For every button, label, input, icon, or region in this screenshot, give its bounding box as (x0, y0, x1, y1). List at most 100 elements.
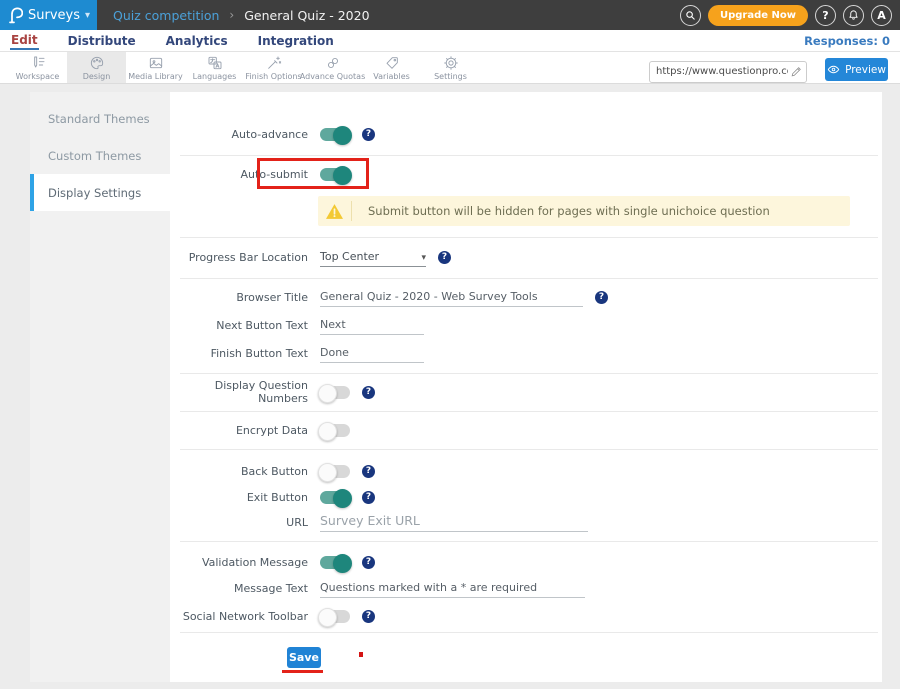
auto-advance-toggle[interactable] (320, 128, 350, 141)
encrypt-data-label: Encrypt Data (170, 424, 308, 437)
setting-row-auto-submit: Auto-submit (170, 160, 882, 188)
sidebar-item-custom-themes[interactable]: Custom Themes (30, 137, 170, 174)
browser-title-help-icon[interactable]: ? (595, 291, 608, 304)
toolbar-item-workspace[interactable]: Workspace (8, 52, 67, 83)
save-button[interactable]: Save (287, 647, 321, 668)
themes-sidebar: Standard Themes Custom Themes Display Se… (30, 92, 170, 682)
validation-message-help-icon[interactable]: ? (362, 556, 375, 569)
setting-row-social-network-toolbar: Social Network Toolbar ? (170, 602, 882, 630)
top-bar-actions: Upgrade Now ? A (680, 0, 892, 30)
design-settings-card: Standard Themes Custom Themes Display Se… (30, 92, 882, 682)
toolbar-item-settings[interactable]: Settings (421, 52, 480, 83)
toolbar-item-finish-options[interactable]: Finish Options (244, 52, 303, 83)
red-underline-annotation (282, 670, 323, 673)
warning-text: Submit button will be hidden for pages w… (352, 204, 770, 218)
dropdown-caret-icon: ▾ (421, 253, 426, 263)
divider (180, 155, 878, 156)
auto-advance-help-icon[interactable]: ? (362, 128, 375, 141)
tab-integration[interactable]: Integration (257, 32, 335, 49)
tab-distribute[interactable]: Distribute (67, 32, 137, 49)
toolbar-item-languages[interactable]: Languages (185, 52, 244, 83)
sidebar-item-standard-themes[interactable]: Standard Themes (30, 100, 170, 137)
progress-bar-location-label: Progress Bar Location (170, 251, 308, 264)
validation-message-toggle[interactable] (320, 556, 350, 569)
finish-button-text-field (320, 343, 424, 363)
toolbar-item-advance-quotas[interactable]: Advance Quotas (303, 52, 362, 83)
progress-bar-location-value: Top Center (320, 250, 379, 263)
search-button[interactable] (680, 5, 701, 26)
toolbar-item-media-library[interactable]: Media Library (126, 52, 185, 83)
responses-count[interactable]: Responses: 0 (804, 34, 890, 48)
divider (180, 373, 878, 374)
notifications-button[interactable] (843, 5, 864, 26)
back-button-label: Back Button (170, 465, 308, 478)
preview-button[interactable]: Preview (825, 58, 888, 81)
progress-bar-help-icon[interactable]: ? (438, 251, 451, 264)
validation-message-label: Validation Message (170, 556, 308, 569)
divider (180, 237, 878, 238)
sidebar-item-display-settings[interactable]: Display Settings (30, 174, 170, 211)
auto-submit-toggle[interactable] (320, 168, 350, 181)
exit-url-label: URL (170, 516, 308, 529)
divider (180, 278, 878, 279)
display-question-numbers-label: Display Question Numbers (170, 379, 308, 405)
social-network-toolbar-toggle[interactable] (320, 610, 350, 623)
setting-row-finish-button-text: Finish Button Text (170, 339, 882, 367)
media-library-icon (148, 55, 164, 71)
help-button[interactable]: ? (815, 5, 836, 26)
surveys-product-menu[interactable]: Surveys ▾ (0, 0, 97, 30)
questionpro-display-settings-page: Surveys ▾ Quiz competition › General Qui… (0, 0, 900, 689)
exit-button-help-icon[interactable]: ? (362, 491, 375, 504)
setting-row-next-button-text: Next Button Text (170, 311, 882, 339)
setting-row-display-question-numbers: Display Question Numbers ? (170, 378, 882, 406)
tab-edit[interactable]: Edit (10, 31, 39, 50)
languages-icon (207, 55, 223, 71)
account-avatar[interactable]: A (871, 5, 892, 26)
pencil-icon (790, 65, 803, 78)
back-button-toggle[interactable] (320, 465, 350, 478)
setting-row-exit-button: Exit Button ? (170, 483, 882, 511)
divider (180, 411, 878, 412)
advance-quotas-links-icon (325, 55, 341, 71)
toolbar-item-design[interactable]: Design (67, 52, 126, 83)
survey-url-field-wrap (649, 59, 807, 81)
finish-button-text-label: Finish Button Text (170, 347, 308, 360)
upgrade-now-button[interactable]: Upgrade Now (708, 5, 808, 26)
browser-title-input[interactable] (320, 290, 583, 303)
breadcrumb-separator-icon: › (229, 8, 234, 22)
back-button-help-icon[interactable]: ? (362, 465, 375, 478)
finish-options-wand-icon (266, 55, 282, 71)
progress-bar-location-select[interactable]: Top Center ▾ (320, 247, 426, 267)
social-network-toolbar-help-icon[interactable]: ? (362, 610, 375, 623)
tab-analytics[interactable]: Analytics (165, 32, 229, 49)
setting-row-exit-url: URL (170, 508, 882, 536)
chevron-down-icon: ▾ (85, 10, 90, 21)
divider (180, 449, 878, 450)
divider (180, 541, 878, 542)
workspace-icon (30, 55, 46, 71)
display-question-numbers-help-icon[interactable]: ? (362, 386, 375, 399)
message-text-input[interactable] (320, 581, 585, 594)
exit-url-input[interactable] (320, 515, 588, 528)
encrypt-data-toggle[interactable] (320, 424, 350, 437)
breadcrumb-folder[interactable]: Quiz competition (113, 8, 219, 23)
next-button-text-field (320, 315, 424, 335)
questionpro-logo-icon (7, 6, 23, 24)
warning-triangle-icon (318, 201, 352, 221)
finish-button-text-input[interactable] (320, 346, 424, 359)
survey-url-input[interactable] (649, 61, 807, 83)
edit-url-button[interactable] (790, 63, 803, 76)
exit-button-label: Exit Button (170, 491, 308, 504)
setting-row-message-text: Message Text (170, 574, 882, 602)
exit-url-field (320, 512, 588, 532)
exit-button-toggle[interactable] (320, 491, 350, 504)
message-text-label: Message Text (170, 582, 308, 595)
toolbar-item-variables[interactable]: Variables (362, 52, 421, 83)
setting-row-browser-title: Browser Title ? (170, 283, 882, 311)
red-dot-annotation (359, 652, 363, 657)
design-palette-icon (89, 55, 105, 71)
next-button-text-input[interactable] (320, 318, 424, 331)
setting-row-encrypt-data: Encrypt Data (170, 416, 882, 444)
top-bar: Surveys ▾ Quiz competition › General Qui… (0, 0, 900, 30)
display-question-numbers-toggle[interactable] (320, 386, 350, 399)
